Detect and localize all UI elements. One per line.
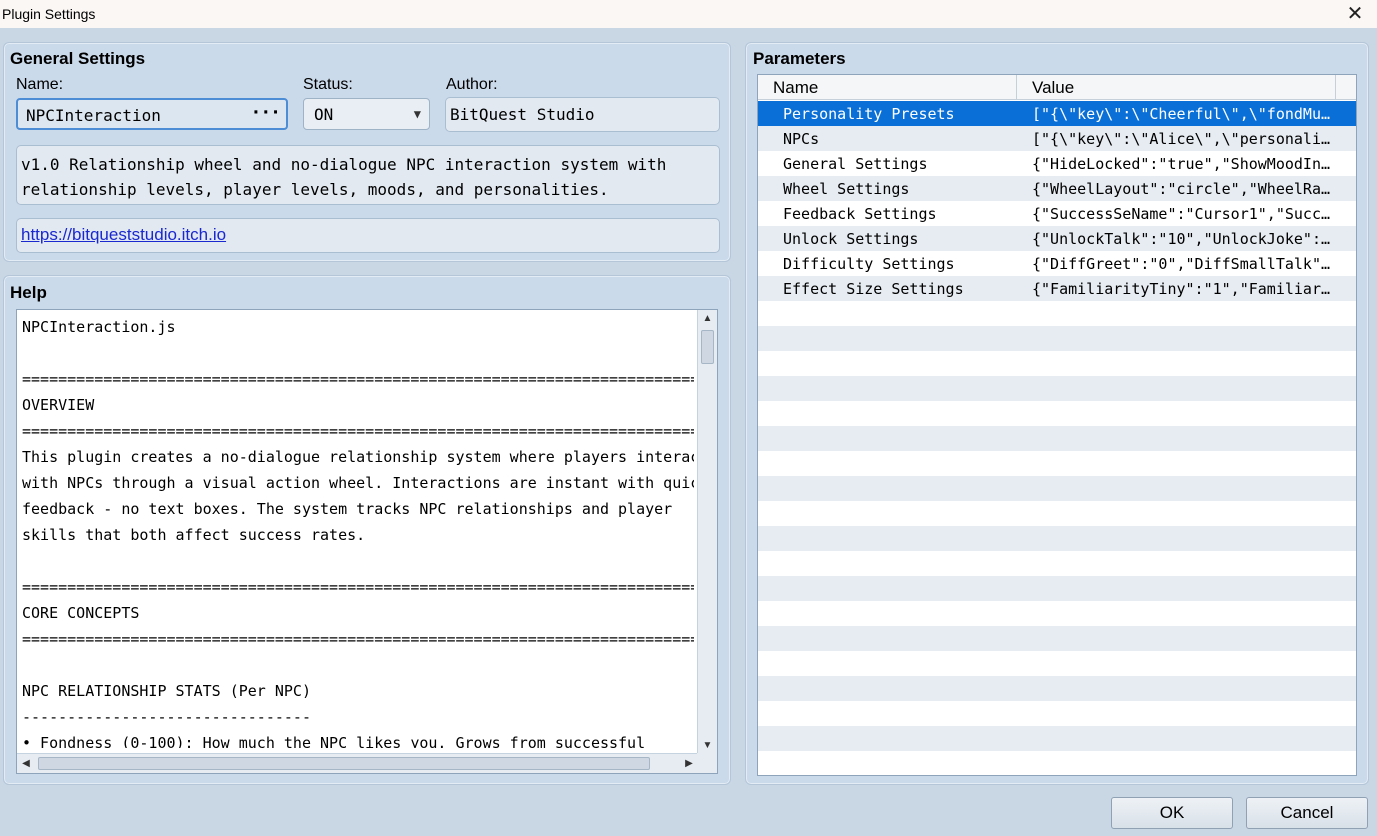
table-row [758,401,1356,426]
table-row[interactable]: Personality Presets ["{\"key\":\"Cheerful… [758,101,1356,126]
author-label: Author: [446,76,498,93]
cancel-button[interactable]: Cancel [1246,797,1368,829]
help-line: This plugin creates a no-dialogue relati… [22,448,694,466]
table-row [758,751,1356,775]
column-header-name[interactable]: Name [758,75,1017,100]
help-line: NPCInteraction.js [22,318,176,336]
parameter-name: Feedback Settings [783,205,937,223]
parameter-name: Difficulty Settings [783,255,955,273]
status-value: ON [314,105,334,124]
vertical-scroll-thumb[interactable] [701,330,714,364]
column-header-value[interactable]: Value [1018,75,1336,100]
ok-button[interactable]: OK [1111,797,1233,829]
table-row[interactable]: NPCs ["{\"key\":\"Alice\",\"personali… [758,126,1356,151]
parameter-rows: Personality Presets ["{\"key\":\"Cheerful… [758,101,1356,775]
general-settings-heading: General Settings [10,49,146,68]
parameter-value: ["{\"key\":\"Cheerful\",\"fondMu… [1032,105,1331,123]
parameter-value: ["{\"key\":\"Alice\",\"personali… [1032,130,1331,148]
help-line: ========================================… [22,370,694,388]
parameter-value: {"WheelLayout":"circle","WheelRa… [1032,180,1331,198]
description-line: v1.0 Relationship wheel and no-dialogue … [21,155,667,174]
table-row [758,651,1356,676]
table-row[interactable]: Feedback Settings {"SuccessSeName":"Curso… [758,201,1356,226]
status-label: Status: [303,76,353,93]
help-text: NPCInteraction.js ======================… [22,314,694,748]
name-label: Name: [16,76,64,93]
scroll-right-arrow-icon[interactable]: ▶ [680,754,698,773]
plugin-name-field[interactable]: NPCInteraction ··· [16,98,288,130]
table-row [758,501,1356,526]
title-bar: Plugin Settings ✕ [0,0,1377,28]
author-value: BitQuest Studio [450,105,595,124]
help-line [22,548,694,574]
help-line: ========================================… [22,578,694,596]
help-line: ========================================… [22,630,694,648]
description-line: relationship levels, player levels, mood… [21,180,609,199]
window-title: Plugin Settings [2,6,96,22]
help-line: -------------------------------- [22,708,311,726]
parameter-value: {"UnlockTalk":"10","UnlockJoke":… [1032,230,1331,248]
help-line: OVERVIEW [22,396,95,414]
parameter-name: NPCs [783,130,820,148]
scroll-up-arrow-icon[interactable]: ▲ [698,310,717,328]
table-row[interactable]: General Settings {"HideLocked":"true","Sh… [758,151,1356,176]
help-line: skills that both affect success rates. [22,526,366,544]
vertical-scrollbar[interactable]: ▲ ▼ [697,310,717,755]
help-line: ========================================… [22,422,694,440]
plugin-name-value: NPCInteraction [26,106,161,125]
help-heading: Help [10,283,47,302]
parameter-value: {"DiffGreet":"0","DiffSmallTalk"… [1032,255,1331,273]
table-header: Name Value [758,75,1356,100]
parameter-value: {"SuccessSeName":"Cursor1","Succ… [1032,205,1331,223]
plugin-url-link[interactable]: https://bitqueststudio.itch.io [21,225,226,244]
parameter-name: Unlock Settings [783,230,919,248]
table-row[interactable]: Effect Size Settings {"FamiliarityTiny":"… [758,276,1356,301]
help-line [22,652,694,678]
table-row [758,576,1356,601]
parameter-value: {"HideLocked":"true","ShowMoodIn… [1032,155,1331,173]
help-text-area[interactable]: NPCInteraction.js ======================… [16,309,718,774]
dropdown-arrow-icon: ▼ [413,107,421,121]
help-line: CORE CONCEPTS [22,604,140,622]
table-row [758,701,1356,726]
scroll-left-arrow-icon[interactable]: ◀ [17,754,35,773]
parameters-heading: Parameters [753,49,846,68]
table-row [758,351,1356,376]
table-row [758,426,1356,451]
parameter-name: Wheel Settings [783,180,910,198]
status-select[interactable]: ON ▼ [303,98,430,130]
table-row [758,476,1356,501]
help-line: • Fondness (0-100): How much the NPC lik… [22,734,646,748]
table-row[interactable]: Difficulty Settings {"DiffGreet":"0","Dif… [758,251,1356,276]
url-field: https://bitqueststudio.itch.io [16,218,720,253]
table-row[interactable]: Wheel Settings {"WheelLayout":"circle","W… [758,176,1356,201]
author-field: BitQuest Studio [445,97,720,132]
table-row [758,726,1356,751]
description-field: v1.0 Relationship wheel and no-dialogue … [16,145,720,205]
close-icon[interactable]: ✕ [1343,2,1367,26]
browse-button[interactable]: ··· [250,102,280,123]
parameters-table: Name Value Personality Presets ["{\"key\"… [757,74,1357,776]
help-line: feedback - no text boxes. The system tra… [22,500,673,518]
table-row [758,551,1356,576]
help-line [22,340,694,366]
table-row [758,626,1356,651]
parameter-name: Effect Size Settings [783,280,964,298]
horizontal-scrollbar[interactable]: ◀ ▶ [17,753,698,773]
table-row[interactable]: Unlock Settings {"UnlockTalk":"10","Unloc… [758,226,1356,251]
table-row [758,451,1356,476]
help-line: NPC RELATIONSHIP STATS (Per NPC) [22,682,311,700]
table-row [758,526,1356,551]
scrollbar-corner [697,753,717,773]
help-line: with NPCs through a visual action wheel.… [22,474,694,492]
parameter-name: General Settings [783,155,928,173]
table-row [758,376,1356,401]
parameter-value: {"FamiliarityTiny":"1","Familiar… [1032,280,1331,298]
parameter-name: Personality Presets [783,105,955,123]
table-row [758,326,1356,351]
table-row [758,301,1356,326]
table-row [758,676,1356,701]
horizontal-scroll-thumb[interactable] [38,757,650,770]
table-row [758,601,1356,626]
